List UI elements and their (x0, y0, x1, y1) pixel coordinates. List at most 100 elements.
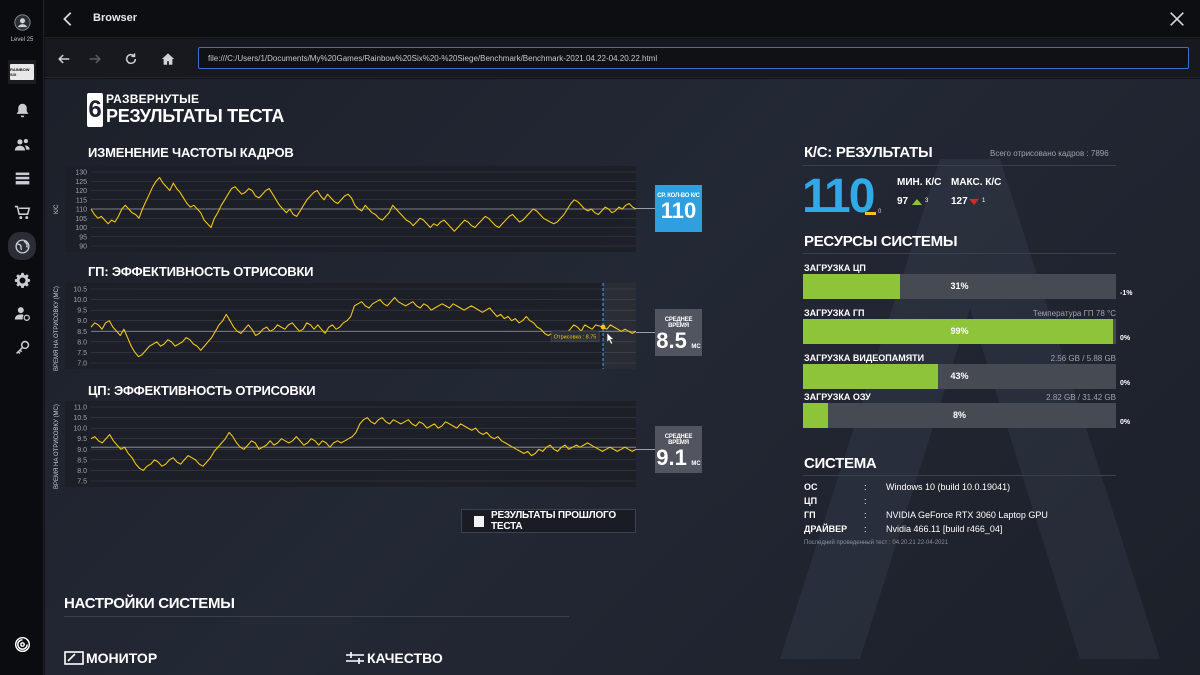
left-rail: Level 25 RAINBOW SIX (0, 0, 44, 675)
y-tick-label: 7.5 (77, 350, 87, 357)
previous-results-checkbox[interactable] (474, 515, 484, 527)
y-tick-label: 8.5 (77, 457, 87, 464)
system-divider (803, 475, 1116, 476)
y-tick-label: 95 (79, 234, 87, 241)
system-value: Windows 10 (build 10.0.19041) (886, 482, 1011, 492)
friends-icon[interactable] (10, 132, 34, 156)
previous-results-toggle[interactable]: РЕЗУЛЬТАТЫ ПРОШЛОГО ТЕСТА (461, 509, 636, 533)
series-line (90, 296, 636, 358)
gpu-average-unit: МС (691, 344, 701, 350)
cpu-average-value: 9.1 (656, 445, 687, 470)
cpu-average-unit: МС (691, 461, 701, 467)
fps-results-divider (803, 165, 1116, 166)
system-separator: : (864, 524, 867, 534)
fps-results-title: К/С: РЕЗУЛЬТАТЫ (804, 144, 933, 161)
gear-icon[interactable] (10, 268, 34, 292)
cpu-chart-title: ЦП: ЭФФЕКТИВНОСТЬ ОТРИСОВКИ (88, 383, 316, 398)
min-fps-value: 97 (897, 196, 909, 207)
ubisoft-logo-icon[interactable] (10, 632, 34, 656)
min-fps-label: МИН. К/С (897, 177, 942, 188)
game-thumbnail[interactable]: RAINBOW SIX (10, 64, 34, 80)
cpu-chart: 7.5 8.0 8.5 9.0 9.5 10.0 10.5 11.0 (65, 401, 636, 487)
gpu-chart-title: ГП: ЭФФЕКТИВНОСТЬ ОТРИСОВКИ (88, 264, 314, 279)
fps-metric-connector (636, 208, 655, 209)
fps-y-axis-title: К/С (54, 204, 60, 215)
title-bar: Browser (45, 0, 1200, 38)
y-tick-label: 7.0 (77, 361, 87, 368)
y-tick-label: 10.5 (73, 287, 87, 294)
gpu-chart[interactable]: 7.0 7.5 8.0 8.5 9.0 9.5 10.0 10.5 Отрисовка : 8.… (65, 283, 636, 369)
y-tick-label: 10.0 (73, 426, 87, 433)
y-tick-label: 9.0 (77, 447, 87, 454)
cart-icon[interactable] (10, 200, 34, 224)
settings-divider (64, 616, 569, 617)
profile-avatar-icon[interactable] (10, 10, 34, 34)
y-tick-label: 8.5 (77, 329, 87, 336)
cpu-average-box: СРЕДНЕЕ ВРЕМЯ 9.1 МС (655, 426, 702, 473)
bell-icon[interactable] (10, 98, 34, 122)
series-line (90, 176, 636, 232)
fps-chart: 90 95 100 105 110 115 120 125 130 (65, 166, 636, 252)
nav-back-icon[interactable] (54, 49, 74, 69)
address-bar[interactable]: file:///C:/Users/1/Documents/My%20Games/… (198, 47, 1189, 69)
hover-point (600, 324, 606, 330)
frames-total: Всего отрисовано кадров : 7896 (990, 149, 1109, 158)
y-tick-label: 9.5 (77, 436, 87, 443)
y-tick-label: 110 (76, 207, 87, 214)
benchmark-page: 6 РАЗВЕРНУТЫЕ РЕЗУЛЬТАТЫ ТЕСТА ИЗМЕНЕНИЕ… (45, 79, 1200, 675)
resources-title: РЕСУРСЫ СИСТЕМЫ (804, 233, 958, 250)
resource-percent: 43% (950, 371, 969, 381)
system-title: СИСТЕМА (804, 455, 877, 472)
resource-label: ЗАГРУЗКА ВИДЕОПАМЯТИ (804, 353, 925, 363)
page-heading-line1: РАЗВЕРНУТЫЕ (106, 92, 200, 106)
y-tick-label: 90 (79, 244, 87, 251)
nav-forward-icon[interactable] (85, 49, 105, 69)
resource-extra-info: 2.56 GB / 5.88 GB (1050, 354, 1116, 363)
y-tick-label: 105 (75, 216, 87, 223)
library-icon[interactable] (10, 166, 34, 190)
tab-monitor-label: МОНИТОР (86, 650, 158, 666)
system-key: ГП (804, 510, 816, 520)
back-arrow-icon[interactable] (59, 10, 77, 28)
key-icon[interactable] (10, 335, 34, 359)
resource-delta: 0% (1120, 380, 1131, 387)
max-fps-label: МАКС. К/С (951, 177, 1002, 188)
y-tick-label: 130 (75, 170, 87, 177)
level-label: Level 25 (10, 37, 34, 43)
resource-bar-track: 43% (803, 364, 1116, 389)
y-tick-label: 7.5 (77, 479, 87, 486)
page-heading-line2: РЕЗУЛЬТАТЫ ТЕСТА (106, 106, 285, 126)
resource-delta: 0% (1120, 419, 1131, 426)
close-icon[interactable] (1168, 10, 1186, 28)
system-value: NVIDIA GeForce RTX 3060 Laptop GPU (886, 510, 1048, 520)
max-fps-count: 1 (982, 198, 986, 204)
gpu-y-axis-title: ВРЕМЯ НА ОТРИСОВКУ (МС) (54, 286, 60, 371)
system-separator: : (864, 510, 867, 520)
globe-icon[interactable] (8, 232, 36, 260)
tab-quality[interactable]: КАЧЕСТВО (345, 650, 443, 666)
average-fps-delta: 0 (878, 209, 882, 215)
resource-extra-info: 2.82 GB / 31.42 GB (1046, 393, 1116, 402)
arrow-up-icon (912, 199, 922, 205)
arrow-down-icon (969, 199, 979, 205)
gpu-metric-connector (636, 332, 655, 333)
fps-average-value: 110 (660, 198, 697, 223)
tab-monitor[interactable]: МОНИТОР (64, 650, 157, 666)
home-icon[interactable] (158, 49, 178, 69)
y-tick-label: 9.0 (77, 318, 87, 325)
system-key: ЦП (804, 496, 818, 506)
y-tick-label: 120 (75, 188, 87, 195)
y-tick-label: 9.5 (77, 308, 87, 315)
chart-svg: 7.0 7.5 8.0 8.5 9.0 9.5 10.0 10.5 Отрисовка : 8.… (73, 283, 636, 369)
resource-bar-track: 99% (803, 319, 1116, 344)
y-tick-label: 10.0 (73, 297, 87, 304)
hover-region (603, 283, 636, 369)
system-value: Nvidia 466.11 [build r466_04] (886, 524, 1003, 534)
reload-icon[interactable] (121, 49, 141, 69)
resource-delta: 0% (1120, 335, 1131, 342)
resource-label: ЗАГРУЗКА ЦП (804, 263, 866, 273)
cpu-y-axis-title: ВРЕМЯ НА ОТРИСОВКУ (МС) (54, 404, 60, 489)
chart-svg: 7.5 8.0 8.5 9.0 9.5 10.0 10.5 11.0 (73, 405, 636, 486)
resource-label: ЗАГРУЗКА ОЗУ (804, 392, 871, 402)
user-settings-icon[interactable] (10, 301, 34, 325)
